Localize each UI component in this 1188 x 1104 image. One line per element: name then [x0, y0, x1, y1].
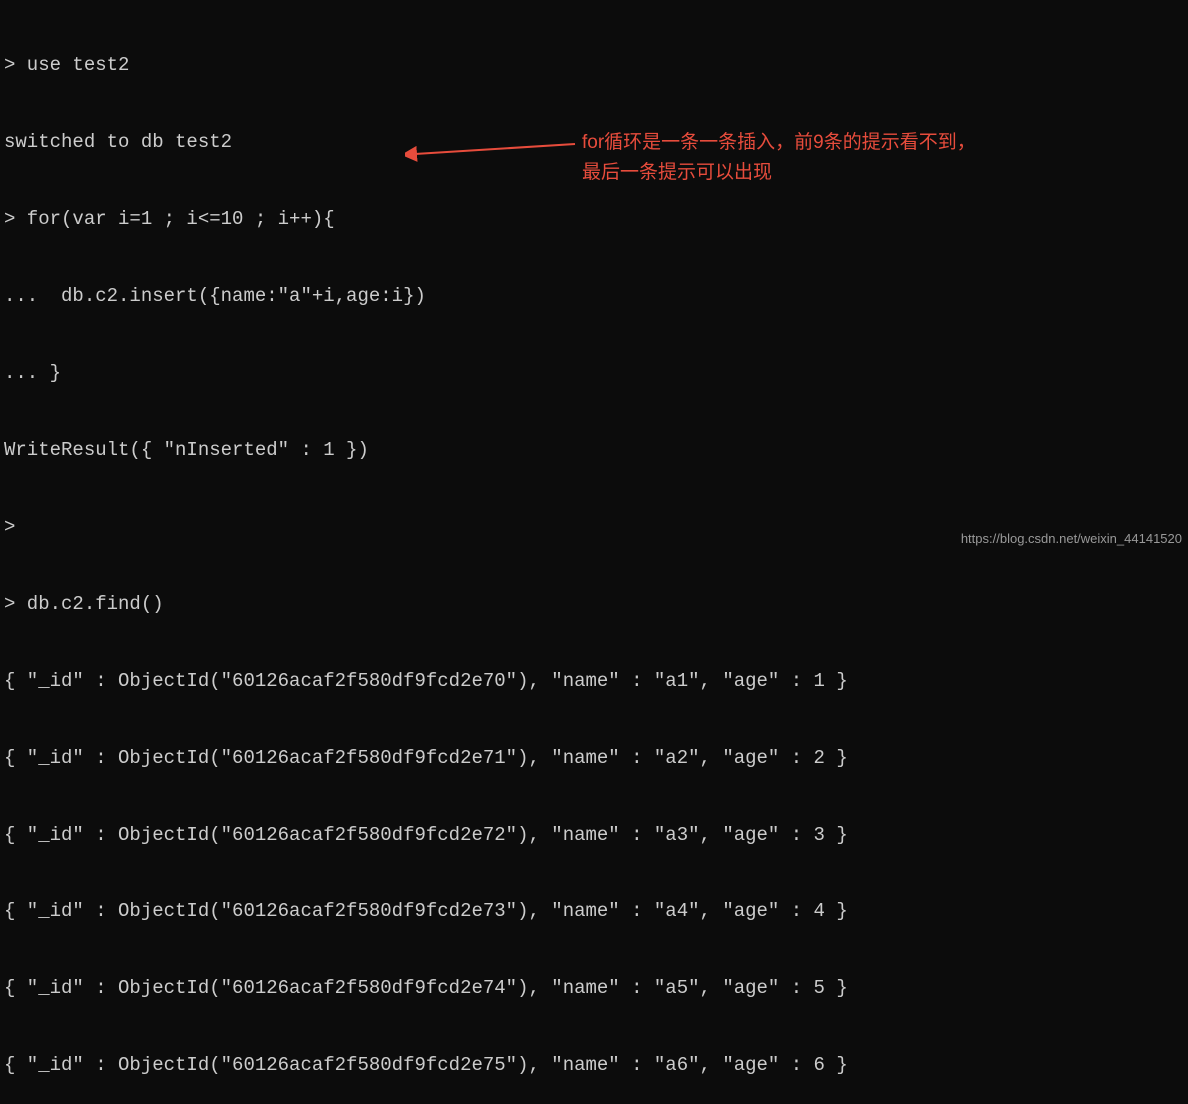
- terminal-line: > for(var i=1 ; i<=10 ; i++){: [4, 207, 1184, 233]
- annotation-text-line2: 最后一条提示可以出现: [582, 158, 772, 188]
- terminal-line: { "_id" : ObjectId("60126acaf2f580df9fcd…: [4, 976, 1184, 1002]
- terminal-line: > db.c2.find(): [4, 592, 1184, 618]
- terminal-line: { "_id" : ObjectId("60126acaf2f580df9fcd…: [4, 746, 1184, 772]
- annotation-text-line1: for循环是一条一条插入，前9条的提示看不到，: [582, 128, 976, 158]
- terminal-line: { "_id" : ObjectId("60126acaf2f580df9fcd…: [4, 823, 1184, 849]
- terminal-line: > use test2: [4, 53, 1184, 79]
- annotation-arrow-icon: [405, 132, 580, 162]
- terminal-line: WriteResult({ "nInserted" : 1 }): [4, 438, 1184, 464]
- terminal-line: ... db.c2.insert({name:"a"+i,age:i}): [4, 284, 1184, 310]
- terminal-line: ... }: [4, 361, 1184, 387]
- terminal-line: { "_id" : ObjectId("60126acaf2f580df9fcd…: [4, 1053, 1184, 1079]
- terminal-line: { "_id" : ObjectId("60126acaf2f580df9fcd…: [4, 899, 1184, 925]
- terminal-line: { "_id" : ObjectId("60126acaf2f580df9fcd…: [4, 669, 1184, 695]
- watermark-text: https://blog.csdn.net/weixin_44141520: [961, 530, 1182, 548]
